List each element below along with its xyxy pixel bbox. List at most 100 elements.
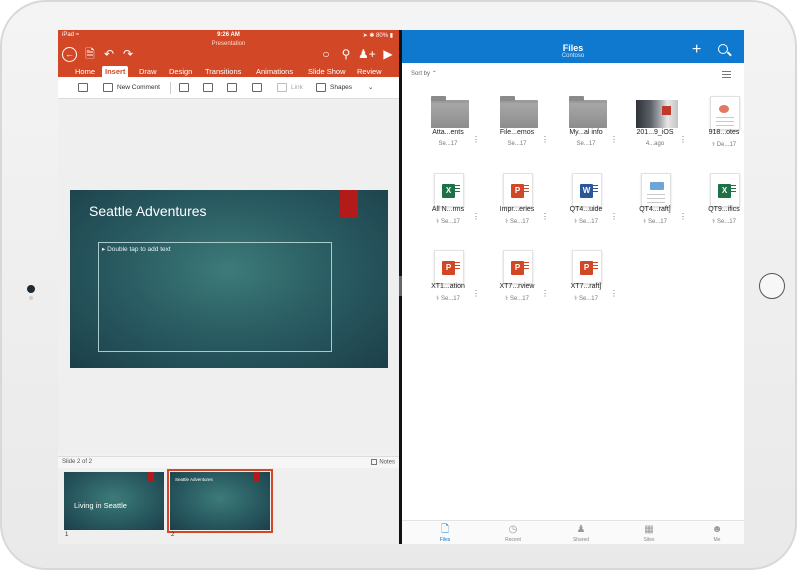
file-date-text: De...17 — [716, 142, 737, 148]
sort-button[interactable]: Sort by ⌃ — [411, 70, 437, 77]
slide-title[interactable]: Seattle Adventures — [89, 203, 207, 219]
nav-label: Sites — [643, 537, 655, 543]
notes-button[interactable]: Notes — [371, 459, 395, 466]
new-comment-button[interactable]: New Comment — [103, 81, 160, 95]
more-options-icon[interactable]: ⋮ — [610, 136, 618, 144]
powerpoint-header: iPad ≈ 9:26 AM ➤ ✱ 80% ▮ Presentation ← … — [58, 30, 399, 78]
video-button[interactable] — [252, 81, 266, 95]
file-date-text: Se...17 — [509, 296, 529, 302]
more-options-icon[interactable]: ⋮ — [541, 136, 549, 144]
ppt-file-icon: P — [498, 250, 538, 284]
picture-button[interactable] — [203, 81, 217, 95]
file-tile[interactable]: XQT9...ifics⚕ Se...17⋮ — [690, 173, 744, 243]
file-date-text: Se...17 — [438, 141, 458, 147]
thumbnail-accent — [254, 472, 260, 481]
bottom-nav: 🗋 Files ◷ Recent ♟ Shared ▦ Sites ☻ Me — [402, 520, 744, 544]
content-placeholder[interactable]: ▸ Double tap to add text — [98, 242, 332, 352]
new-comment-label: New Comment — [117, 84, 160, 91]
more-options-icon[interactable]: ⋮ — [541, 213, 549, 221]
nav-shared[interactable]: ♟ Shared — [556, 524, 606, 543]
home-button[interactable] — [759, 273, 785, 299]
undo-icon[interactable]: ↶ — [101, 46, 117, 62]
ribbon-more-button[interactable]: ⌄ — [368, 81, 373, 95]
file-icon[interactable]: 🗎 — [82, 46, 98, 62]
toolbar-divider — [170, 82, 171, 94]
file-name: 918...otes — [708, 129, 740, 136]
link-button[interactable]: Link — [277, 81, 303, 95]
redo-icon[interactable]: ↷ — [120, 46, 136, 62]
notes-label: Notes — [379, 459, 395, 466]
ppt-file-icon: P — [498, 173, 538, 207]
more-options-icon[interactable]: ⋮ — [472, 213, 480, 221]
nav-me[interactable]: ☻ Me — [692, 524, 742, 543]
more-options-icon[interactable]: ⋮ — [472, 290, 480, 298]
current-slide[interactable]: Seattle Adventures ▸ Double tap to add t… — [70, 190, 388, 368]
file-tile[interactable]: Atta...ents Se...17 ⋮ — [414, 96, 480, 166]
nav-sites[interactable]: ▦ Sites — [624, 524, 674, 543]
nav-recent[interactable]: ◷ Recent — [488, 524, 538, 543]
shapes-label: Shapes — [330, 84, 353, 91]
thumbnail-number: 1 — [65, 532, 69, 538]
nav-label: Recent — [505, 537, 521, 543]
file-tile[interactable]: My...al info Se...17 ⋮ — [552, 96, 618, 166]
more-options-icon[interactable]: ⋮ — [679, 213, 687, 221]
file-tile[interactable]: 918...otes⚕ De...17⋮ — [690, 96, 744, 166]
more-options-icon[interactable]: ⋮ — [610, 290, 618, 298]
file-tile[interactable]: File...emos Se...17 ⋮ — [483, 96, 549, 166]
file-tile[interactable]: QT4...raft] ⚕ Se...17 ⋮ — [621, 173, 687, 243]
slide-accent-bar — [340, 190, 358, 218]
add-icon[interactable]: + — [692, 42, 701, 58]
shared-icon: ♟ — [576, 524, 586, 535]
search-icon[interactable] — [718, 44, 728, 54]
excel-file-icon: X — [429, 173, 469, 207]
slide-thumbnail-strip: Living in Seattle 1 Seattle Adventures 2 — [58, 468, 399, 544]
placeholder-text: ▸ Double tap to add text — [102, 246, 171, 253]
file-tile[interactable]: P XT7...rview ⚕ Se...17 ⋮ — [483, 250, 549, 320]
new-slide-button[interactable] — [78, 81, 92, 95]
onedrive-app: Files Contoso + Sort by ⌃ Atta...ents Se.… — [402, 30, 744, 544]
table-icon — [179, 82, 189, 92]
list-view-icon[interactable] — [722, 71, 731, 80]
slide-canvas[interactable]: Seattle Adventures ▸ Double tap to add t… — [58, 100, 399, 454]
file-tile[interactable]: X All N...rms ⚕ Se...17 ⋮ — [414, 173, 480, 243]
more-options-icon[interactable]: ⋮ — [541, 290, 549, 298]
sort-bar: Sort by ⌃ — [402, 66, 744, 80]
document-thumbnail — [636, 173, 676, 207]
search-icon[interactable]: ⚲ — [338, 46, 354, 62]
add-person-icon[interactable]: ♟+ — [358, 46, 376, 62]
chevron-up-icon: ⌃ — [431, 71, 437, 77]
more-options-icon[interactable]: ⋮ — [679, 136, 687, 144]
slide-count: Slide 2 of 2 — [62, 459, 93, 465]
play-icon[interactable]: ▶ — [380, 46, 396, 62]
slide-strip-header: Slide 2 of 2 Notes — [58, 456, 399, 468]
chevron-down-icon: ⌄ — [368, 84, 374, 91]
slide-thumbnail-2[interactable]: Seattle Adventures — [167, 469, 273, 533]
more-options-icon[interactable]: ⋮ — [610, 213, 618, 221]
camera-button[interactable] — [227, 81, 241, 95]
file-tile[interactable]: P XT7...raft] ⚕ Se...17 ⋮ — [552, 250, 618, 320]
file-tile[interactable]: P XT1...ation ⚕ Se...17 ⋮ — [414, 250, 480, 320]
slide-thumbnail-1[interactable]: Living in Seattle — [64, 472, 164, 530]
table-button[interactable] — [179, 81, 193, 95]
thumbnail-number: 2 — [171, 532, 175, 538]
ipad-frame: iPad ≈ 9:26 AM ➤ ✱ 80% ▮ Presentation ← … — [0, 0, 797, 570]
shapes-button[interactable]: Shapes — [316, 81, 352, 95]
file-tile[interactable]: P Impr...eries ⚕ Se...17 ⋮ — [483, 173, 549, 243]
more-options-icon[interactable]: ⋮ — [472, 136, 480, 144]
thumbnail-accent — [148, 472, 154, 481]
file-tile[interactable]: W QT4...uide ⚕ Se...17 ⋮ — [552, 173, 618, 243]
ribbon-toolbar: New Comment Link Shapes ⌄ — [58, 77, 399, 99]
file-date: ⚕ Se...17 — [690, 218, 744, 225]
lightbulb-icon[interactable]: ○ — [318, 46, 334, 62]
file-date-text: Se...17 — [509, 219, 529, 225]
file-date-text: Se...17 — [440, 296, 460, 302]
file-date-text: Se...17 — [578, 296, 598, 302]
picture-icon — [203, 82, 213, 92]
file-date-text: Se...17 — [507, 141, 527, 147]
nav-files[interactable]: 🗋 Files — [420, 524, 470, 543]
thumbnail-title: Living in Seattle — [74, 501, 127, 510]
video-icon — [252, 82, 262, 92]
document-thumbnail — [705, 96, 744, 130]
back-icon[interactable]: ← — [62, 47, 77, 62]
file-tile[interactable]: 201...9_iOS 4...ago ⋮ — [621, 96, 687, 166]
